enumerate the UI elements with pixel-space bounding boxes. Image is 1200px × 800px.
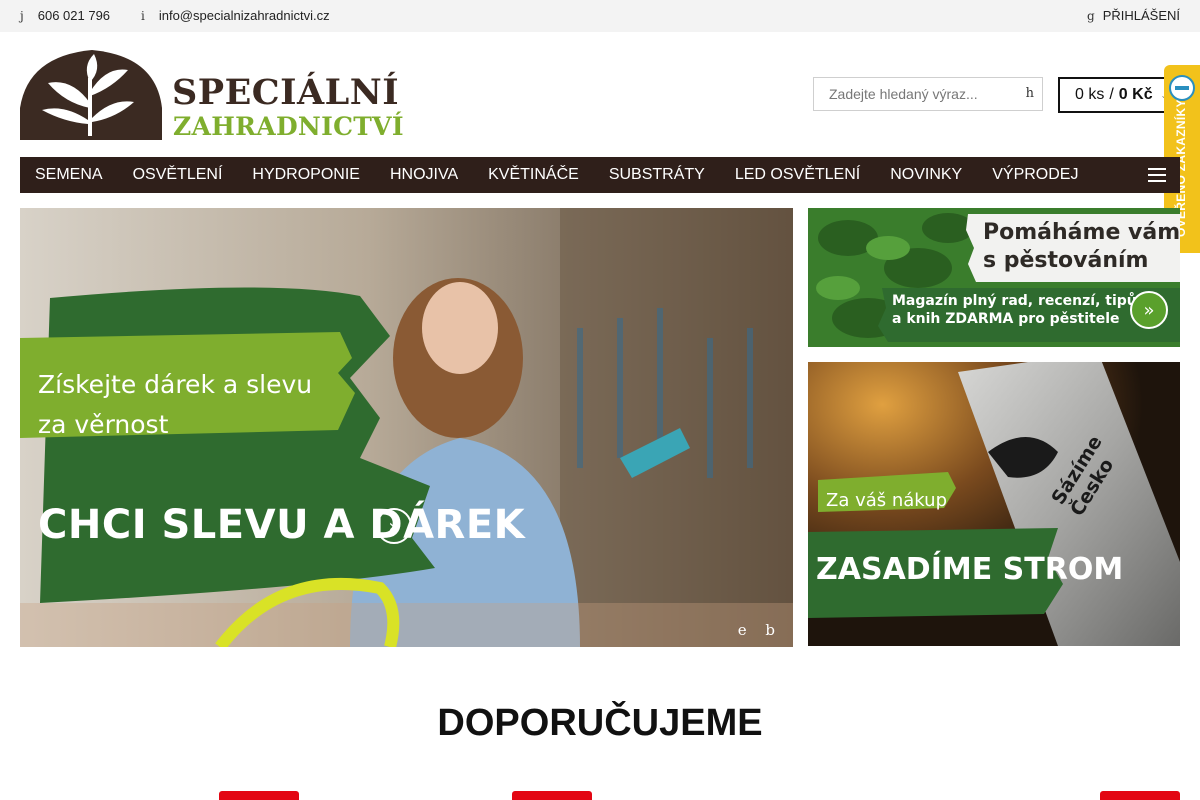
search-input[interactable] — [814, 78, 1014, 110]
hero-line1: Získejte dárek a slevu — [38, 370, 313, 399]
nav-item-led-osvetleni[interactable]: LED OSVĚTLENÍ — [735, 166, 860, 184]
hero-line2: za věrnost — [38, 410, 169, 439]
top-bar: j 606 021 796 i info@specialnizahradnict… — [0, 0, 1200, 32]
banner-magazine-title2: s pěstováním — [983, 248, 1149, 273]
nav-item-semena[interactable]: SEMENA — [35, 166, 103, 184]
nav-item-novinky[interactable]: NOVINKY — [890, 166, 962, 184]
login-link[interactable]: g PŘIHLÁŠENÍ — [1087, 8, 1180, 23]
mail-icon: i — [141, 8, 145, 23]
nav-item-hydroponie[interactable]: HYDROPONIE — [252, 166, 360, 184]
phone-icon: j — [20, 8, 24, 23]
nav-item-substraty[interactable]: SUBSTRÁTY — [609, 166, 705, 184]
banner-magazine[interactable]: Pomáháme vám s pěstováním Magazín plný r… — [808, 208, 1180, 347]
cart-total: 0 Kč — [1118, 86, 1153, 103]
email-address[interactable]: info@specialnizahradnictvi.cz — [159, 8, 330, 23]
product-sale-badge — [512, 791, 592, 800]
banner-magazine-sub2: a knih ZDARMA pro pěstitele — [892, 311, 1120, 327]
banner-tree-line2: ZASADÍME STROM — [816, 552, 1124, 587]
seal-icon — [1169, 75, 1195, 101]
logo-emblem — [20, 50, 162, 140]
cart-count: 0 ks — [1075, 86, 1105, 103]
phone-contact[interactable]: j 606 021 796 — [20, 8, 110, 23]
banner-tree[interactable]: Sázíme Česko Za váš nákup ZASADÍME STROM — [808, 362, 1180, 646]
banner-tree-line1: Za váš nákup — [826, 490, 948, 511]
banner-magazine-arrow-icon[interactable]: » — [1130, 291, 1168, 329]
search-icon[interactable]: h — [1026, 86, 1034, 101]
banner-magazine-sub1: Magazín plný rad, recenzí, tipů — [892, 293, 1137, 309]
hero-cta-text[interactable]: CHCI SLEVU A DÁREK — [38, 502, 525, 548]
slider-prev-icon[interactable]: e — [738, 621, 747, 639]
phone-number[interactable]: 606 021 796 — [38, 8, 110, 23]
login-label[interactable]: PŘIHLÁŠENÍ — [1103, 8, 1180, 23]
section-title: DOPORUČUJEME — [437, 702, 763, 744]
menu-icon[interactable] — [1148, 168, 1166, 182]
hero-cta-arrow-icon[interactable]: » — [376, 508, 412, 544]
nav-item-hnojiva[interactable]: HNOJIVA — [390, 166, 458, 184]
logo-line1: SPECIÁLNÍ — [172, 72, 400, 113]
main-nav: SEMENA OSVĚTLENÍ HYDROPONIE HNOJIVA KVĚT… — [20, 157, 1180, 193]
cart-separator: / — [1109, 86, 1114, 103]
nav-item-vyprodej[interactable]: VÝPRODEJ — [992, 166, 1078, 184]
hero-slider[interactable]: Získejte dárek a slevu za věrnost CHCI S… — [20, 208, 793, 647]
slider-arrows: e b — [724, 621, 775, 639]
cart-button[interactable]: 0 ks / 0 Kč ⌄ — [1058, 77, 1178, 113]
logo-line2: ZAHRADNICTVÍ — [173, 112, 404, 141]
nav-item-osvetleni[interactable]: OSVĚTLENÍ — [133, 166, 223, 184]
user-icon: g — [1087, 8, 1095, 23]
banner-magazine-title1: Pomáháme vám — [983, 220, 1180, 245]
product-sale-badge — [1100, 791, 1180, 800]
slider-next-icon[interactable]: b — [765, 621, 775, 639]
nav-item-kvetinace[interactable]: KVĚTINÁČE — [488, 166, 579, 184]
email-contact[interactable]: i info@specialnizahradnictvi.cz — [141, 8, 330, 23]
product-sale-badge — [219, 791, 299, 800]
site-logo[interactable]: SPECIÁLNÍ ZAHRADNICTVÍ — [20, 48, 404, 141]
search-box: h — [813, 77, 1043, 111]
